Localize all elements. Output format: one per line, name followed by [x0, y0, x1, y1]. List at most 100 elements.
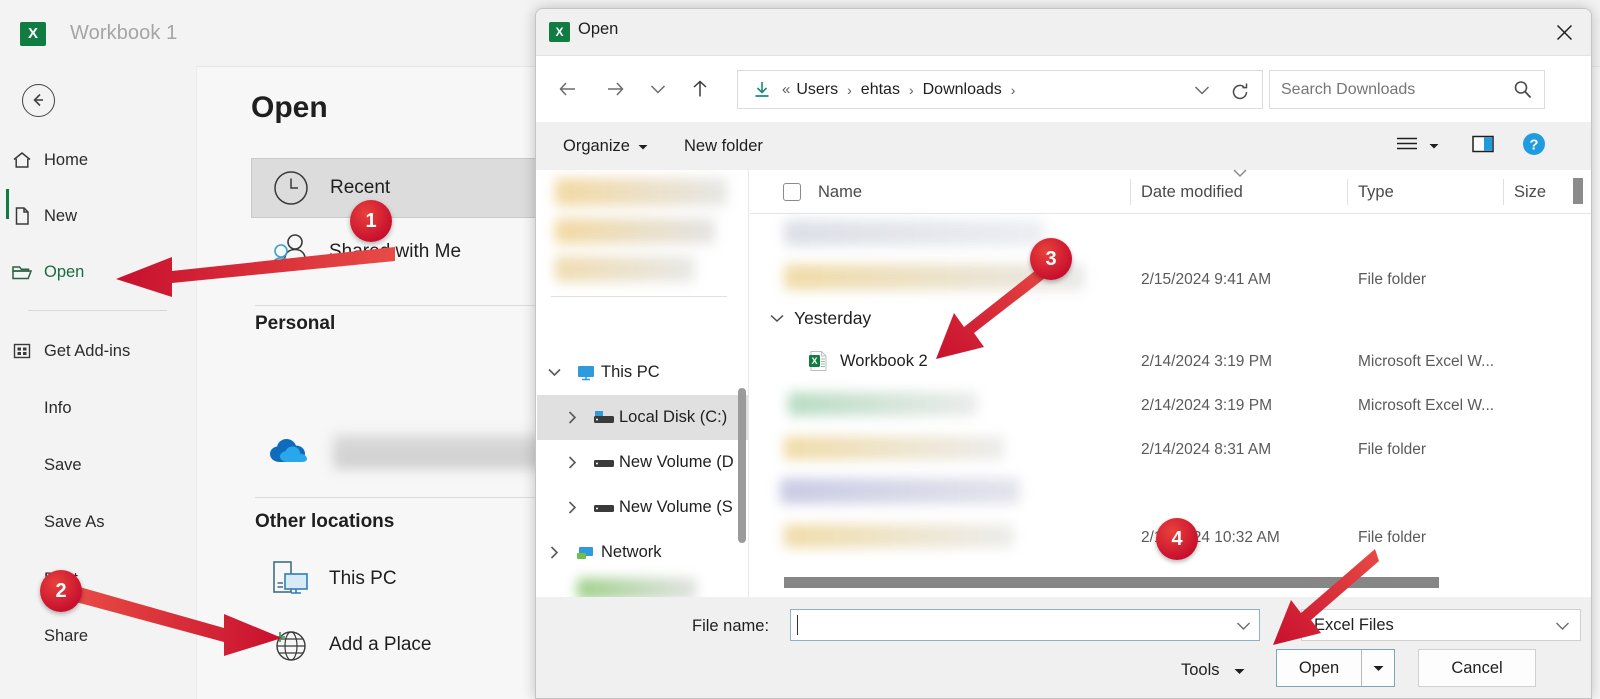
sidebar-item-new[interactable]: New [0, 196, 196, 236]
chevron-right-icon[interactable] [555, 411, 589, 424]
file-list-horizontal-scrollbar[interactable] [750, 573, 1591, 591]
column-divider [1130, 179, 1131, 205]
callout-badge-4: 4 [1156, 518, 1198, 560]
tree-item-label: New Volume (D [619, 453, 734, 471]
tree-item-this-pc[interactable]: This PC [537, 350, 748, 395]
file-name-redacted [784, 436, 1004, 460]
breadcrumb-ehtas[interactable]: ehtas [859, 81, 902, 99]
view-button[interactable] [1395, 130, 1439, 162]
select-all-checkbox[interactable] [783, 183, 801, 201]
address-dropdown-chevron-down-icon[interactable] [1194, 83, 1210, 101]
chevron-down-icon[interactable] [537, 368, 571, 377]
callout-badge-2: 2 [40, 570, 82, 612]
file-name-redacted [784, 220, 1044, 246]
tools-button[interactable]: Tools [1181, 653, 1245, 687]
sidebar-item-save-as[interactable]: Save As [0, 502, 196, 542]
folder-open-icon [0, 261, 44, 283]
browse-folder-icon [251, 692, 329, 699]
sidebar-item-home[interactable]: Home [0, 140, 196, 180]
tree-item-label: This PC [601, 363, 660, 381]
file-type: File folder [1358, 271, 1427, 288]
sidebar-item-label: Save As [44, 512, 105, 531]
column-header-name[interactable]: Name [818, 170, 862, 214]
scrollbar-thumb[interactable] [784, 577, 1439, 588]
breadcrumb-overflow[interactable]: « [780, 81, 794, 98]
cancel-button[interactable]: Cancel [1418, 649, 1536, 687]
nav-up-button[interactable] [681, 70, 719, 108]
sidebar-item-get-add-ins[interactable]: Get Add-ins [0, 331, 196, 371]
callout-badge-1: 1 [350, 200, 392, 242]
tree-item-network[interactable]: Network [537, 530, 748, 575]
file-name-label: File name: [692, 617, 770, 635]
chevron-right-icon[interactable] [555, 501, 589, 514]
nav-back-button[interactable] [549, 70, 587, 108]
file-name-redacted [788, 392, 978, 416]
tree-item-local-disk-c[interactable]: Local Disk (C:) [537, 395, 748, 440]
sidebar-item-save[interactable]: Save [0, 445, 196, 485]
breadcrumb-downloads[interactable]: Downloads [921, 81, 1004, 99]
chevron-right-icon[interactable] [555, 456, 589, 469]
this-pc-icon [251, 558, 329, 600]
rail-divider [28, 310, 167, 311]
nav-forward-button[interactable] [596, 70, 634, 108]
dialog-title-bar: X Open [536, 9, 1591, 56]
callout-badge-3: 3 [1030, 238, 1072, 280]
breadcrumb-users[interactable]: Users [794, 81, 840, 99]
table-row[interactable]: X Workbook 2 2/14/2024 3:19 PM Microsoft… [750, 340, 1591, 384]
preview-pane-button[interactable] [1471, 130, 1495, 162]
new-folder-button[interactable]: New folder [684, 132, 763, 160]
sidebar-item-label: New [44, 206, 78, 225]
chevron-down-icon[interactable] [1555, 618, 1570, 636]
organize-label: Organize [563, 136, 630, 155]
search-input[interactable]: Search Downloads [1269, 70, 1545, 109]
file-date-modified: 2/15/2024 9:41 AM [1141, 271, 1272, 288]
tree-item-new-volume-d[interactable]: New Volume (D [537, 440, 748, 485]
recent-locations-chevron-down-icon[interactable] [639, 70, 677, 108]
address-bar[interactable]: « Users › ehtas › Downloads › [737, 70, 1263, 109]
tree-quick-access-redacted [555, 178, 727, 206]
chevron-right-icon[interactable] [537, 546, 571, 559]
chevron-down-icon [638, 137, 648, 156]
sidebar-item-share[interactable]: Share [0, 616, 196, 656]
column-header-size[interactable]: Size [1514, 170, 1546, 214]
back-button[interactable] [22, 84, 55, 117]
table-row[interactable] [750, 214, 1591, 258]
sidebar-item-print[interactable]: Print [0, 559, 196, 599]
group-header-yesterday[interactable]: Yesterday [770, 308, 871, 329]
organize-button[interactable]: Organize [563, 132, 648, 160]
sidebar-item-open[interactable]: Open [0, 252, 196, 292]
search-icon[interactable] [1512, 79, 1534, 106]
file-row-workbook-2[interactable]: X Workbook 2 [808, 350, 928, 372]
close-icon[interactable] [1541, 11, 1587, 53]
table-row[interactable]: 2/14/2024 8:31 AM File folder [750, 428, 1591, 472]
file-type-dropdown[interactable]: Excel Files [1301, 609, 1581, 641]
chevron-down-icon[interactable] [1236, 618, 1251, 636]
help-button[interactable]: ? [1521, 130, 1547, 162]
file-type: Microsoft Excel W... [1358, 353, 1495, 370]
open-button-label[interactable]: Open [1277, 650, 1362, 686]
navigation-tree[interactable]: This PC Local Disk (C:) New Volume (D Ne… [537, 170, 749, 597]
table-row[interactable]: 2/15/2024 9:41 AM File folder [750, 258, 1591, 302]
sidebar-item-info[interactable]: Info [0, 388, 196, 428]
table-row[interactable] [750, 472, 1591, 516]
open-dropdown-button[interactable] [1362, 650, 1394, 686]
sidebar-item-label: Share [44, 626, 89, 645]
onedrive-icon [251, 437, 329, 467]
refresh-icon[interactable] [1230, 82, 1250, 107]
sidebar-item-label: Open [44, 262, 85, 281]
file-list-vertical-scrollbar[interactable] [1573, 178, 1583, 204]
sidebar-item-label: Save [44, 455, 82, 474]
file-list-header: Name Date modified Type Size [750, 169, 1591, 214]
tree-item-new-volume-s[interactable]: New Volume (S [537, 485, 748, 530]
column-header-type[interactable]: Type [1358, 170, 1394, 214]
chevron-down-icon[interactable] [770, 310, 784, 328]
column-header-date-modified[interactable]: Date modified [1141, 170, 1243, 214]
tree-item-label: Local Disk (C:) [619, 408, 728, 426]
tree-scrollbar[interactable] [738, 388, 746, 543]
file-name-input[interactable] [790, 609, 1260, 641]
table-row[interactable]: 2/14/2024 3:19 PM Microsoft Excel W... [750, 384, 1591, 428]
open-button[interactable]: Open [1276, 649, 1395, 687]
file-name-redacted [780, 478, 1020, 504]
document-title: Workbook 1 [70, 22, 178, 44]
help-icon: ? [1521, 131, 1547, 162]
